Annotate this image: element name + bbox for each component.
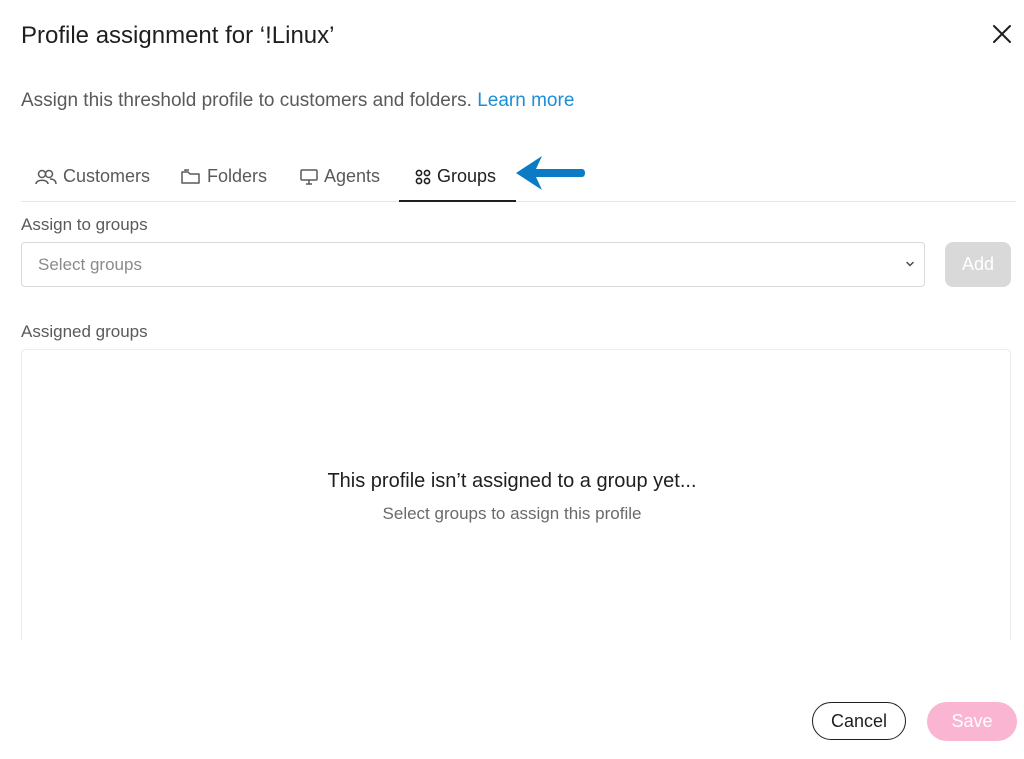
description-text: Assign this threshold profile to custome… (21, 90, 472, 111)
groups-icon (415, 169, 431, 184)
assigned-groups-panel (21, 349, 1011, 640)
tab-label: Agents (324, 166, 381, 186)
cancel-button[interactable]: Cancel (812, 702, 906, 740)
dialog-description: Assign this threshold profile to custome… (21, 90, 574, 112)
assigned-groups-label: Assigned groups (21, 322, 148, 341)
tab-label: Customers (63, 166, 151, 186)
select-groups-dropdown[interactable]: Select groups (21, 242, 925, 287)
assign-to-groups-label: Assign to groups (21, 215, 148, 234)
annotation-arrow-icon (516, 156, 585, 190)
tab-groups[interactable]: Groups (399, 152, 517, 202)
page-title: Profile assignment for ‘!Linux’ (21, 22, 335, 49)
monitor-icon (300, 168, 318, 185)
select-placeholder: Select groups (38, 255, 142, 274)
empty-state-title: This profile isn’t assigned to a group y… (327, 470, 697, 492)
tab-customers[interactable]: Customers (35, 152, 150, 201)
tab-label: Folders (207, 166, 268, 186)
folder-icon (181, 168, 200, 184)
add-button[interactable]: Add (945, 242, 1011, 287)
chevron-down-icon (906, 261, 914, 267)
tab-agents[interactable]: Agents (300, 152, 380, 201)
tab-folders[interactable]: Folders (181, 152, 267, 201)
users-icon (35, 169, 57, 184)
close-icon[interactable] (988, 20, 1016, 48)
save-button[interactable]: Save (927, 702, 1017, 741)
tab-label: Groups (437, 166, 497, 186)
learn-more-link[interactable]: Learn more (477, 90, 574, 111)
empty-state-subtitle: Select groups to assign this profile (382, 504, 642, 523)
